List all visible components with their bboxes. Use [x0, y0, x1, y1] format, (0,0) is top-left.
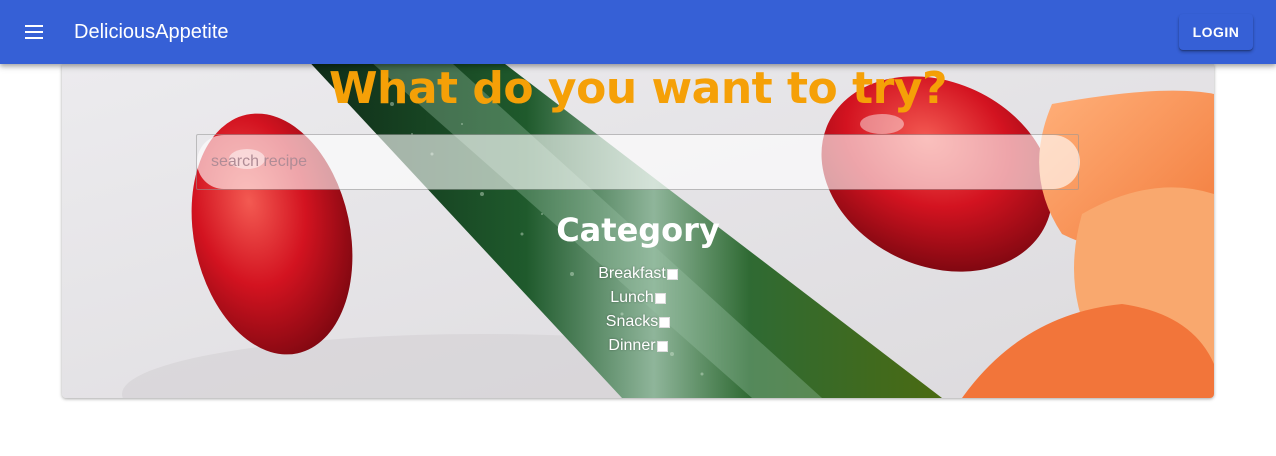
category-breakfast[interactable]: Breakfast: [598, 262, 678, 286]
menu-icon-bar: [25, 25, 43, 27]
category-dinner[interactable]: Dinner: [608, 334, 668, 358]
lunch-checkbox[interactable]: [654, 292, 666, 304]
hero-card: What do you want to try? Category Breakf…: [62, 64, 1214, 398]
hero-heading: What do you want to try?: [328, 64, 948, 114]
category-label: Lunch: [610, 289, 654, 306]
category-heading: Category: [556, 211, 720, 249]
category-label: Snacks: [605, 313, 659, 330]
search-box: [196, 134, 1080, 190]
dinner-checkbox[interactable]: [656, 340, 668, 352]
app-title: DeliciousAppetite: [74, 21, 229, 43]
app-bar: DeliciousAppetite LOGIN: [0, 0, 1276, 64]
snacks-checkbox[interactable]: [659, 316, 671, 328]
category-label: Breakfast: [598, 265, 666, 282]
search-input[interactable]: [197, 135, 1080, 189]
menu-icon[interactable]: [14, 12, 54, 52]
login-button[interactable]: LOGIN: [1179, 14, 1253, 50]
menu-icon-bar: [25, 37, 43, 39]
category-lunch[interactable]: Lunch: [610, 286, 666, 310]
category-label: Dinner: [608, 337, 656, 354]
category-list: Breakfast Lunch Snacks Dinner: [62, 262, 1214, 358]
category-snacks[interactable]: Snacks: [605, 310, 671, 334]
breakfast-checkbox[interactable]: [666, 268, 678, 280]
menu-icon-bar: [25, 31, 43, 33]
